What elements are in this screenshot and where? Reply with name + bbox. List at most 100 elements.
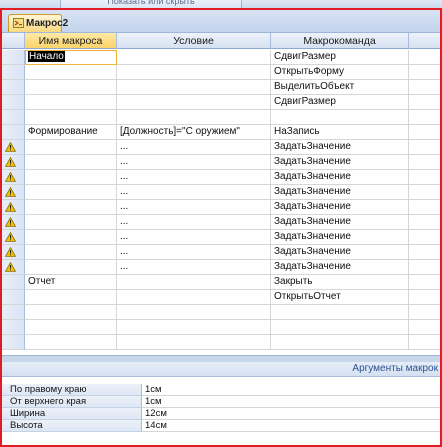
column-header-comment[interactable]	[409, 33, 440, 49]
comment-cell[interactable]	[409, 170, 440, 185]
action-cell[interactable]: ОткрытьОтчет	[271, 290, 409, 305]
row-selector[interactable]	[2, 185, 25, 200]
condition-cell[interactable]: ...	[117, 215, 271, 230]
action-cell[interactable]	[271, 335, 409, 350]
action-cell[interactable]: СдвигРазмер	[271, 50, 409, 65]
row-selector[interactable]	[2, 215, 25, 230]
row-selector[interactable]	[2, 125, 25, 140]
table-row[interactable]: Формирование [Должность]="С оружием" НаЗап…	[2, 125, 440, 140]
row-selector[interactable]	[2, 230, 25, 245]
argument-value[interactable]: 1см	[142, 384, 440, 396]
action-cell[interactable]: НаЗапись	[271, 125, 409, 140]
macro-name-cell[interactable]	[25, 230, 117, 245]
action-cell[interactable]: ЗадатьЗначение	[271, 260, 409, 275]
condition-cell[interactable]: [Должность]="С оружием"	[117, 125, 271, 140]
action-cell[interactable]: ЗадатьЗначение	[271, 230, 409, 245]
action-cell[interactable]: ВыделитьОбъект	[271, 80, 409, 95]
comment-cell[interactable]	[409, 260, 440, 275]
comment-cell[interactable]	[409, 185, 440, 200]
action-cell[interactable]: ЗадатьЗначение	[271, 170, 409, 185]
macro-name-cell[interactable]	[25, 335, 117, 350]
action-cell[interactable]: ЗадатьЗначение	[271, 155, 409, 170]
comment-cell[interactable]	[409, 50, 440, 65]
macro-name-cell[interactable]	[25, 80, 117, 95]
condition-cell[interactable]	[117, 95, 271, 110]
show-hide-button[interactable]: Показать или скрыть	[60, 0, 242, 8]
comment-cell[interactable]	[409, 155, 440, 170]
table-row[interactable]: ... ЗадатьЗначение	[2, 230, 440, 245]
condition-cell[interactable]: ...	[117, 230, 271, 245]
macro-name-cell[interactable]	[25, 110, 117, 125]
condition-cell[interactable]: ...	[117, 200, 271, 215]
table-row[interactable]: ВыделитьОбъект	[2, 80, 440, 95]
comment-cell[interactable]	[409, 140, 440, 155]
comment-cell[interactable]	[409, 290, 440, 305]
action-cell[interactable]	[271, 320, 409, 335]
table-row[interactable]: ... ЗадатьЗначение	[2, 185, 440, 200]
macro-name-cell[interactable]	[25, 140, 117, 155]
macro-name-cell[interactable]	[25, 155, 117, 170]
action-cell[interactable]	[271, 305, 409, 320]
table-row[interactable]: ... ЗадатьЗначение	[2, 170, 440, 185]
action-cell[interactable]: ОткрытьФорму	[271, 65, 409, 80]
table-row[interactable]: ... ЗадатьЗначение	[2, 140, 440, 155]
column-header-condition[interactable]: Условие	[117, 33, 271, 49]
condition-cell[interactable]: ...	[117, 260, 271, 275]
table-row[interactable]: ... ЗадатьЗначение	[2, 260, 440, 275]
row-selector[interactable]	[2, 50, 25, 65]
action-cell[interactable]: ЗадатьЗначение	[271, 215, 409, 230]
row-selector[interactable]	[2, 260, 25, 275]
action-cell[interactable]: Закрыть	[271, 275, 409, 290]
action-cell[interactable]: ЗадатьЗначение	[271, 140, 409, 155]
column-header-action[interactable]: Макрокоманда	[271, 33, 409, 49]
macro-name-cell[interactable]: Начало	[25, 50, 117, 65]
macro-name-cell[interactable]: Формирование	[25, 125, 117, 140]
condition-cell[interactable]	[117, 50, 271, 65]
table-row[interactable]	[2, 305, 440, 320]
condition-cell[interactable]: ...	[117, 155, 271, 170]
argument-row[interactable]: Ширина 12см	[2, 408, 440, 420]
comment-cell[interactable]	[409, 230, 440, 245]
comment-cell[interactable]	[409, 305, 440, 320]
argument-row[interactable]: От верхнего края 1см	[2, 396, 440, 408]
condition-cell[interactable]	[117, 65, 271, 80]
macro-name-cell[interactable]	[25, 200, 117, 215]
condition-cell[interactable]: ...	[117, 185, 271, 200]
argument-row[interactable]: Высота 14см	[2, 420, 440, 432]
table-row[interactable]	[2, 335, 440, 350]
row-selector[interactable]	[2, 170, 25, 185]
row-selector[interactable]	[2, 140, 25, 155]
table-row[interactable]: Отчет Закрыть	[2, 275, 440, 290]
macro-name-cell[interactable]	[25, 260, 117, 275]
row-selector[interactable]	[2, 65, 25, 80]
condition-cell[interactable]: ...	[117, 140, 271, 155]
row-selector[interactable]	[2, 80, 25, 95]
table-row[interactable]: ОткрытьОтчет	[2, 290, 440, 305]
comment-cell[interactable]	[409, 65, 440, 80]
comment-cell[interactable]	[409, 80, 440, 95]
condition-cell[interactable]	[117, 320, 271, 335]
action-cell[interactable]: ЗадатьЗначение	[271, 245, 409, 260]
table-row[interactable]: ... ЗадатьЗначение	[2, 245, 440, 260]
macro-name-cell[interactable]	[25, 215, 117, 230]
condition-cell[interactable]	[117, 110, 271, 125]
action-cell[interactable]: СдвигРазмер	[271, 95, 409, 110]
row-selector[interactable]	[2, 95, 25, 110]
select-all-corner[interactable]	[2, 33, 25, 49]
comment-cell[interactable]	[409, 125, 440, 140]
action-cell[interactable]: ЗадатьЗначение	[271, 200, 409, 215]
condition-cell[interactable]: ...	[117, 245, 271, 260]
macro-name-cell[interactable]	[25, 320, 117, 335]
argument-value[interactable]: 12см	[142, 408, 440, 420]
row-selector[interactable]	[2, 245, 25, 260]
action-cell[interactable]: ЗадатьЗначение	[271, 185, 409, 200]
condition-cell[interactable]	[117, 290, 271, 305]
macro-name-cell[interactable]: Отчет	[25, 275, 117, 290]
macro-name-cell[interactable]	[25, 185, 117, 200]
argument-row[interactable]: По правому краю 1см	[2, 384, 440, 396]
condition-cell[interactable]: ...	[117, 170, 271, 185]
table-row[interactable]: СдвигРазмер	[2, 95, 440, 110]
table-row[interactable]: Начало СдвигРазмер	[2, 50, 440, 65]
table-row[interactable]: ... ЗадатьЗначение	[2, 200, 440, 215]
macro-name-cell[interactable]	[25, 170, 117, 185]
